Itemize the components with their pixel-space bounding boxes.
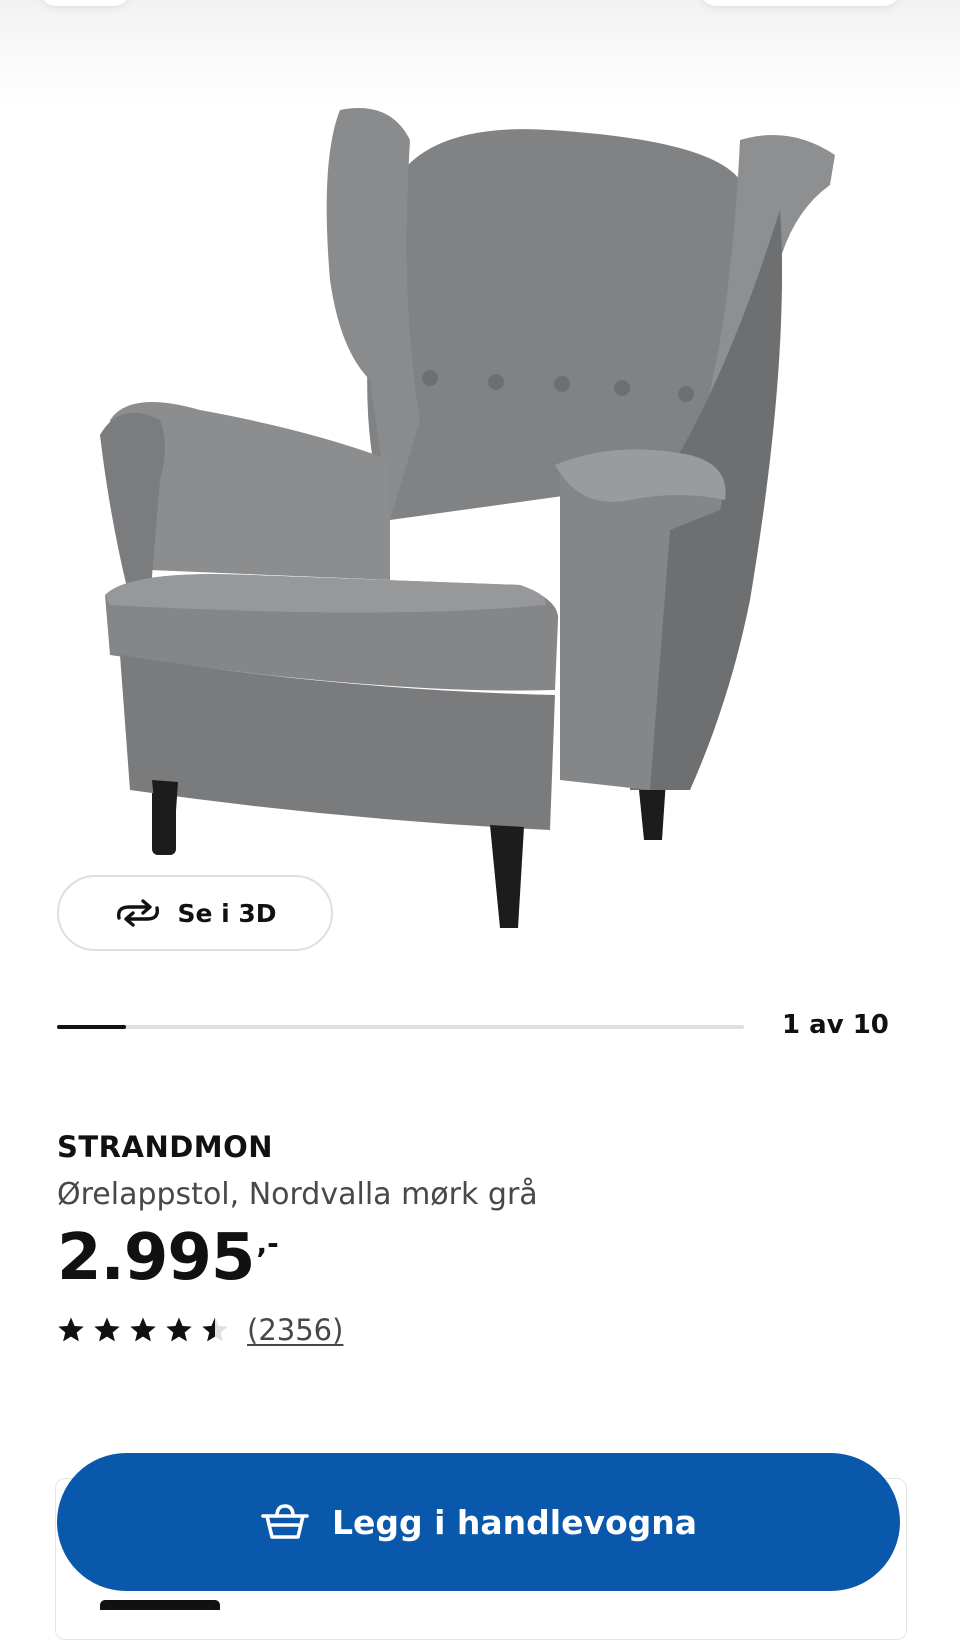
view-3d-button[interactable]: Se i 3D [57, 875, 333, 951]
chair-seat-cushion-top [105, 574, 546, 613]
shopping-basket-icon [261, 1504, 309, 1539]
top-right-control[interactable] [700, 0, 900, 6]
slide-counter: 1 av 10 [782, 1010, 889, 1040]
review-count-link[interactable]: (2356) [247, 1313, 343, 1347]
chair-left-arm-front [100, 412, 165, 600]
star-icon [94, 1317, 120, 1342]
view-3d-label: Se i 3D [177, 898, 277, 928]
chair-front-leg-right [490, 825, 524, 928]
next-section-stub [100, 1600, 220, 1610]
product-rating[interactable]: (2356) [57, 1313, 343, 1347]
product-name[interactable]: STRANDMON [57, 1130, 273, 1164]
star-icon [130, 1317, 156, 1342]
add-to-cart-button[interactable]: Legg i handlevogna [57, 1453, 900, 1591]
top-fade [0, 0, 960, 110]
top-left-control[interactable] [40, 0, 130, 6]
star-icon [166, 1317, 192, 1342]
product-price: 2.995 ,- [57, 1226, 279, 1290]
add-to-cart-label: Legg i handlevogna [331, 1502, 698, 1542]
star-icon [58, 1317, 84, 1342]
rotate-3d-icon [117, 899, 160, 927]
product-image[interactable] [90, 100, 870, 960]
rating-stars [57, 1316, 229, 1344]
price-amount: 2.995 [57, 1221, 255, 1295]
gallery-progress-bar[interactable] [57, 1025, 744, 1029]
price-suffix: ,- [256, 1227, 279, 1260]
product-description: Ørelappstol, Nordvalla mørk grå [57, 1177, 538, 1212]
gallery-progress-fill [57, 1025, 126, 1029]
star-icon [202, 1317, 228, 1342]
